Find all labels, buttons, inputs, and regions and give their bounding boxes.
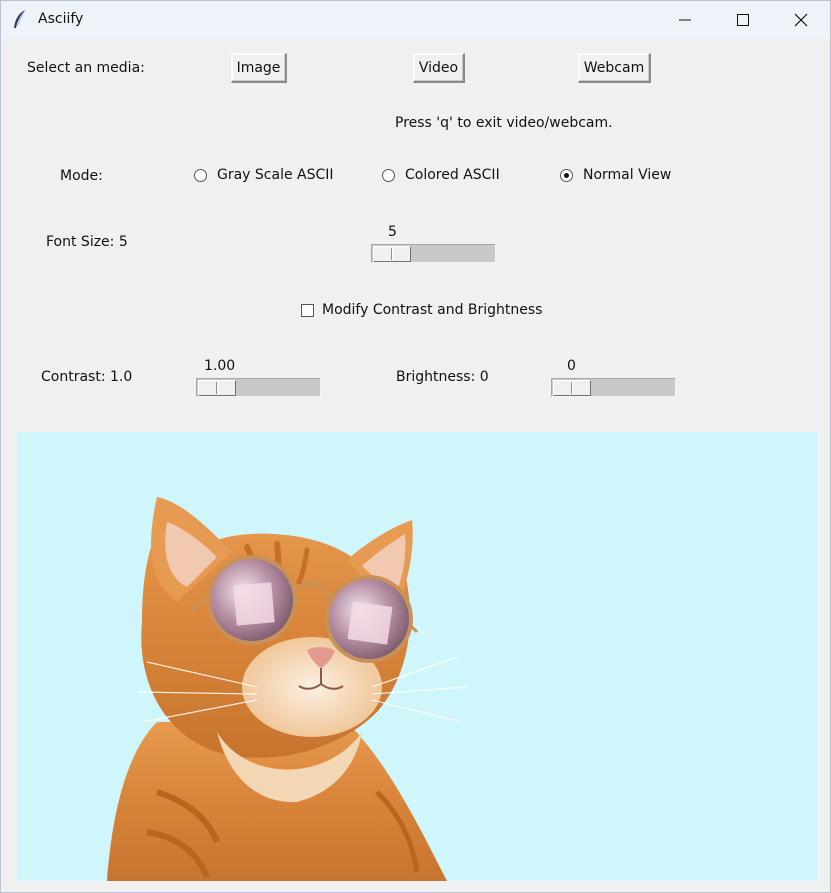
feather-icon xyxy=(14,9,26,28)
exit-hint: Press 'q' to exit video/webcam. xyxy=(395,115,613,131)
checkbox-label: Modify Contrast and Brightness xyxy=(322,302,543,318)
close-button[interactable] xyxy=(772,1,830,39)
contrast-slider[interactable] xyxy=(196,378,321,397)
modify-contrast-brightness-checkbox[interactable]: Modify Contrast and Brightness xyxy=(301,302,542,318)
brightness-slider[interactable] xyxy=(551,378,676,397)
radio-button-icon[interactable] xyxy=(382,168,395,182)
checkbox-icon[interactable] xyxy=(301,303,314,317)
radio-colored-ascii[interactable]: Colored ASCII xyxy=(382,167,500,183)
font-size-label: Font Size: 5 xyxy=(46,234,128,250)
window-title: Asciify xyxy=(38,11,84,27)
mode-label: Mode: xyxy=(60,168,103,184)
brightness-slider-handle[interactable] xyxy=(553,380,591,396)
font-size-slider[interactable] xyxy=(371,244,496,263)
maximize-icon xyxy=(737,14,749,26)
radio-label: Normal View xyxy=(583,167,672,183)
media-label: Select an media: xyxy=(27,60,145,76)
contrast-slider-handle[interactable] xyxy=(198,380,236,396)
video-button[interactable]: Video xyxy=(413,53,465,83)
minimize-icon xyxy=(679,19,691,21)
webcam-button[interactable]: Webcam xyxy=(578,53,651,83)
radio-label: Gray Scale ASCII xyxy=(217,167,334,183)
close-icon xyxy=(794,13,808,27)
image-button[interactable]: Image xyxy=(231,53,287,83)
radio-gray-scale-ascii[interactable]: Gray Scale ASCII xyxy=(194,167,334,183)
preview-image xyxy=(17,432,817,881)
brightness-label: Brightness: 0 xyxy=(396,369,489,385)
contrast-value: 1.00 xyxy=(204,358,236,374)
maximize-button[interactable] xyxy=(714,1,772,39)
brightness-value: 0 xyxy=(567,358,576,374)
radio-button-icon[interactable] xyxy=(560,168,573,182)
minimize-button[interactable] xyxy=(656,1,714,39)
radio-button-icon[interactable] xyxy=(194,168,207,182)
font-size-slider-handle[interactable] xyxy=(373,246,411,262)
radio-label: Colored ASCII xyxy=(405,167,500,183)
cat-with-sunglasses-image xyxy=(107,497,468,881)
radio-selected-dot xyxy=(564,172,569,178)
font-size-value: 5 xyxy=(388,224,397,240)
app-window: Asciify Select an media: Image Video Web… xyxy=(0,0,831,893)
contrast-label: Contrast: 1.0 xyxy=(41,369,133,385)
radio-normal-view[interactable]: Normal View xyxy=(560,167,671,183)
title-bar[interactable]: Asciify xyxy=(1,1,830,39)
